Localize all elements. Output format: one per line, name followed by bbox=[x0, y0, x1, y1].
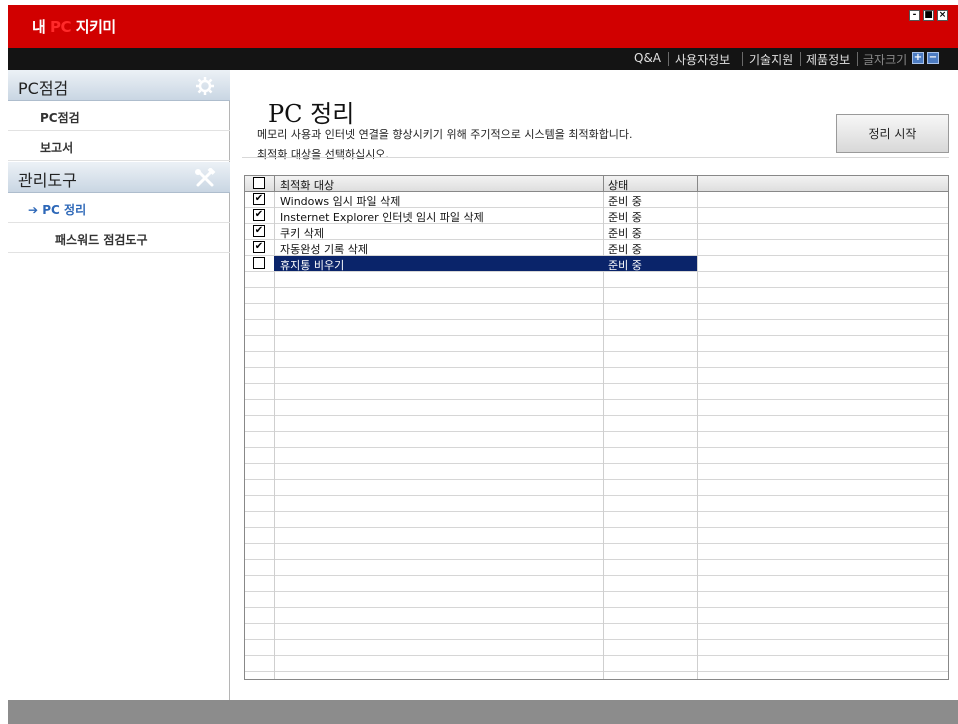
gear-icon bbox=[194, 76, 216, 96]
close-button[interactable]: × bbox=[937, 10, 948, 21]
sidebar-section-pc-check[interactable]: PC점검 bbox=[8, 70, 230, 101]
cleanup-target-table[interactable]: 최적화 대상 상태 ✔ Windows 임시 파일 삭제 준비 중 ✔ Inst… bbox=[244, 175, 949, 680]
row-checkbox[interactable]: ✔ bbox=[253, 209, 265, 221]
font-decrease-button[interactable]: − bbox=[927, 52, 939, 64]
nav-separator bbox=[857, 52, 858, 66]
cell-status: 준비 중 bbox=[608, 195, 642, 208]
cell-target: 자동완성 기록 삭제 bbox=[280, 243, 368, 256]
app-title: 내 PC 지키미 bbox=[32, 16, 116, 37]
nav-link-product-info[interactable]: 제품정보 bbox=[806, 51, 850, 68]
sidebar-item-pc-cleanup[interactable]: ➔ PC 정리 bbox=[8, 193, 230, 223]
sidebar-section-label: 관리도구 bbox=[18, 171, 77, 190]
sidebar-item-report[interactable]: 보고서 bbox=[8, 131, 230, 161]
app-title-suffix: 지키미 bbox=[71, 18, 116, 36]
sidebar-item-text: PC 정리 bbox=[42, 203, 87, 217]
header-separator bbox=[274, 176, 275, 192]
arrow-right-icon: ➔ bbox=[28, 203, 39, 217]
table-row[interactable]: ✔ Windows 임시 파일 삭제 준비 중 bbox=[245, 192, 948, 208]
header-separator bbox=[697, 176, 698, 192]
font-size-label: 글자크기 bbox=[863, 53, 908, 67]
nav-link-user-info[interactable]: 사용자정보 bbox=[675, 51, 730, 68]
app-title-prefix: 내 bbox=[32, 18, 51, 36]
cell-target: Insternet Explorer 인터넷 임시 파일 삭제 bbox=[280, 211, 484, 224]
main-panel: PC 정리 메모리 사용과 인터넷 연결을 향상시키기 위해 주기적으로 시스템… bbox=[231, 70, 958, 700]
cell-target: Windows 임시 파일 삭제 bbox=[280, 195, 401, 208]
cell-status: 준비 중 bbox=[608, 211, 642, 224]
row-checkbox[interactable]: ✔ bbox=[253, 193, 265, 205]
sidebar-item-label: 패스워드 점검도구 bbox=[55, 233, 148, 247]
row-checkbox[interactable]: ✔ bbox=[253, 225, 265, 237]
nav-separator bbox=[742, 52, 743, 66]
page-instruction: 최적화 대상을 선택하십시오. bbox=[257, 148, 389, 161]
table-row[interactable]: ✔ 쿠키 삭제 준비 중 bbox=[245, 224, 948, 240]
app-title-accent: PC bbox=[50, 18, 72, 36]
cell-target: 쿠키 삭제 bbox=[280, 227, 324, 240]
title-bar[interactable]: 내 PC 지키미 - ■ × bbox=[8, 5, 958, 48]
status-bar bbox=[8, 700, 958, 724]
page-title: PC 정리 bbox=[268, 100, 355, 128]
sidebar-item-label: 보고서 bbox=[40, 141, 74, 155]
top-nav-bar: Q&A 사용자정보 기술지원 제품정보 글자크기 + − bbox=[8, 48, 958, 70]
table-row[interactable]: ✔ Insternet Explorer 인터넷 임시 파일 삭제 준비 중 bbox=[245, 208, 948, 224]
sidebar-item-password-check[interactable]: 패스워드 점검도구 bbox=[8, 223, 230, 253]
row-checkbox[interactable]: ✔ bbox=[253, 241, 265, 253]
font-increase-button[interactable]: + bbox=[912, 52, 924, 64]
nav-separator bbox=[668, 52, 669, 66]
column-header-target[interactable]: 최적화 대상 bbox=[280, 177, 334, 193]
maximize-button[interactable]: ■ bbox=[923, 10, 934, 21]
divider bbox=[242, 157, 949, 158]
nav-link-tech-support[interactable]: 기술지원 bbox=[749, 51, 793, 68]
app-window: 내 PC 지키미 - ■ × Q&A 사용자정보 기술지원 제품정보 글자크기 … bbox=[0, 0, 958, 724]
sidebar-item-label: ➔ PC 정리 bbox=[28, 201, 86, 218]
page-description: 메모리 사용과 인터넷 연결을 향상시키기 위해 주기적으로 시스템을 최적화합… bbox=[257, 128, 633, 141]
sidebar: PC점검 PC점검 보고서 관리도구 ➔ PC 정리 패스워드 점검도구 bbox=[8, 70, 230, 700]
table-header: 최적화 대상 상태 bbox=[245, 176, 948, 193]
column-header-status[interactable]: 상태 bbox=[608, 177, 628, 193]
minimize-button[interactable]: - bbox=[909, 10, 920, 21]
select-all-checkbox[interactable] bbox=[253, 177, 265, 189]
cell-status: 준비 중 bbox=[608, 227, 642, 240]
cell-status: 준비 중 bbox=[608, 243, 642, 256]
row-checkbox[interactable] bbox=[253, 257, 265, 269]
nav-separator bbox=[800, 52, 801, 66]
sidebar-section-label: PC점검 bbox=[18, 79, 69, 98]
cell-target: 휴지통 비우기 bbox=[280, 259, 345, 272]
cell-status: 준비 중 bbox=[608, 259, 642, 272]
sidebar-section-admin-tools[interactable]: 관리도구 bbox=[8, 162, 230, 193]
sidebar-item-label: PC점검 bbox=[40, 111, 80, 125]
sidebar-item-pc-check[interactable]: PC점검 bbox=[8, 101, 230, 131]
table-row-selected[interactable]: 휴지통 비우기 준비 중 bbox=[245, 256, 948, 272]
header-separator bbox=[603, 176, 604, 192]
nav-link-qna[interactable]: Q&A bbox=[634, 51, 661, 65]
table-row[interactable]: ✔ 자동완성 기록 삭제 준비 중 bbox=[245, 240, 948, 256]
tools-icon bbox=[194, 167, 216, 188]
start-cleanup-button[interactable]: 정리 시작 bbox=[836, 114, 949, 153]
